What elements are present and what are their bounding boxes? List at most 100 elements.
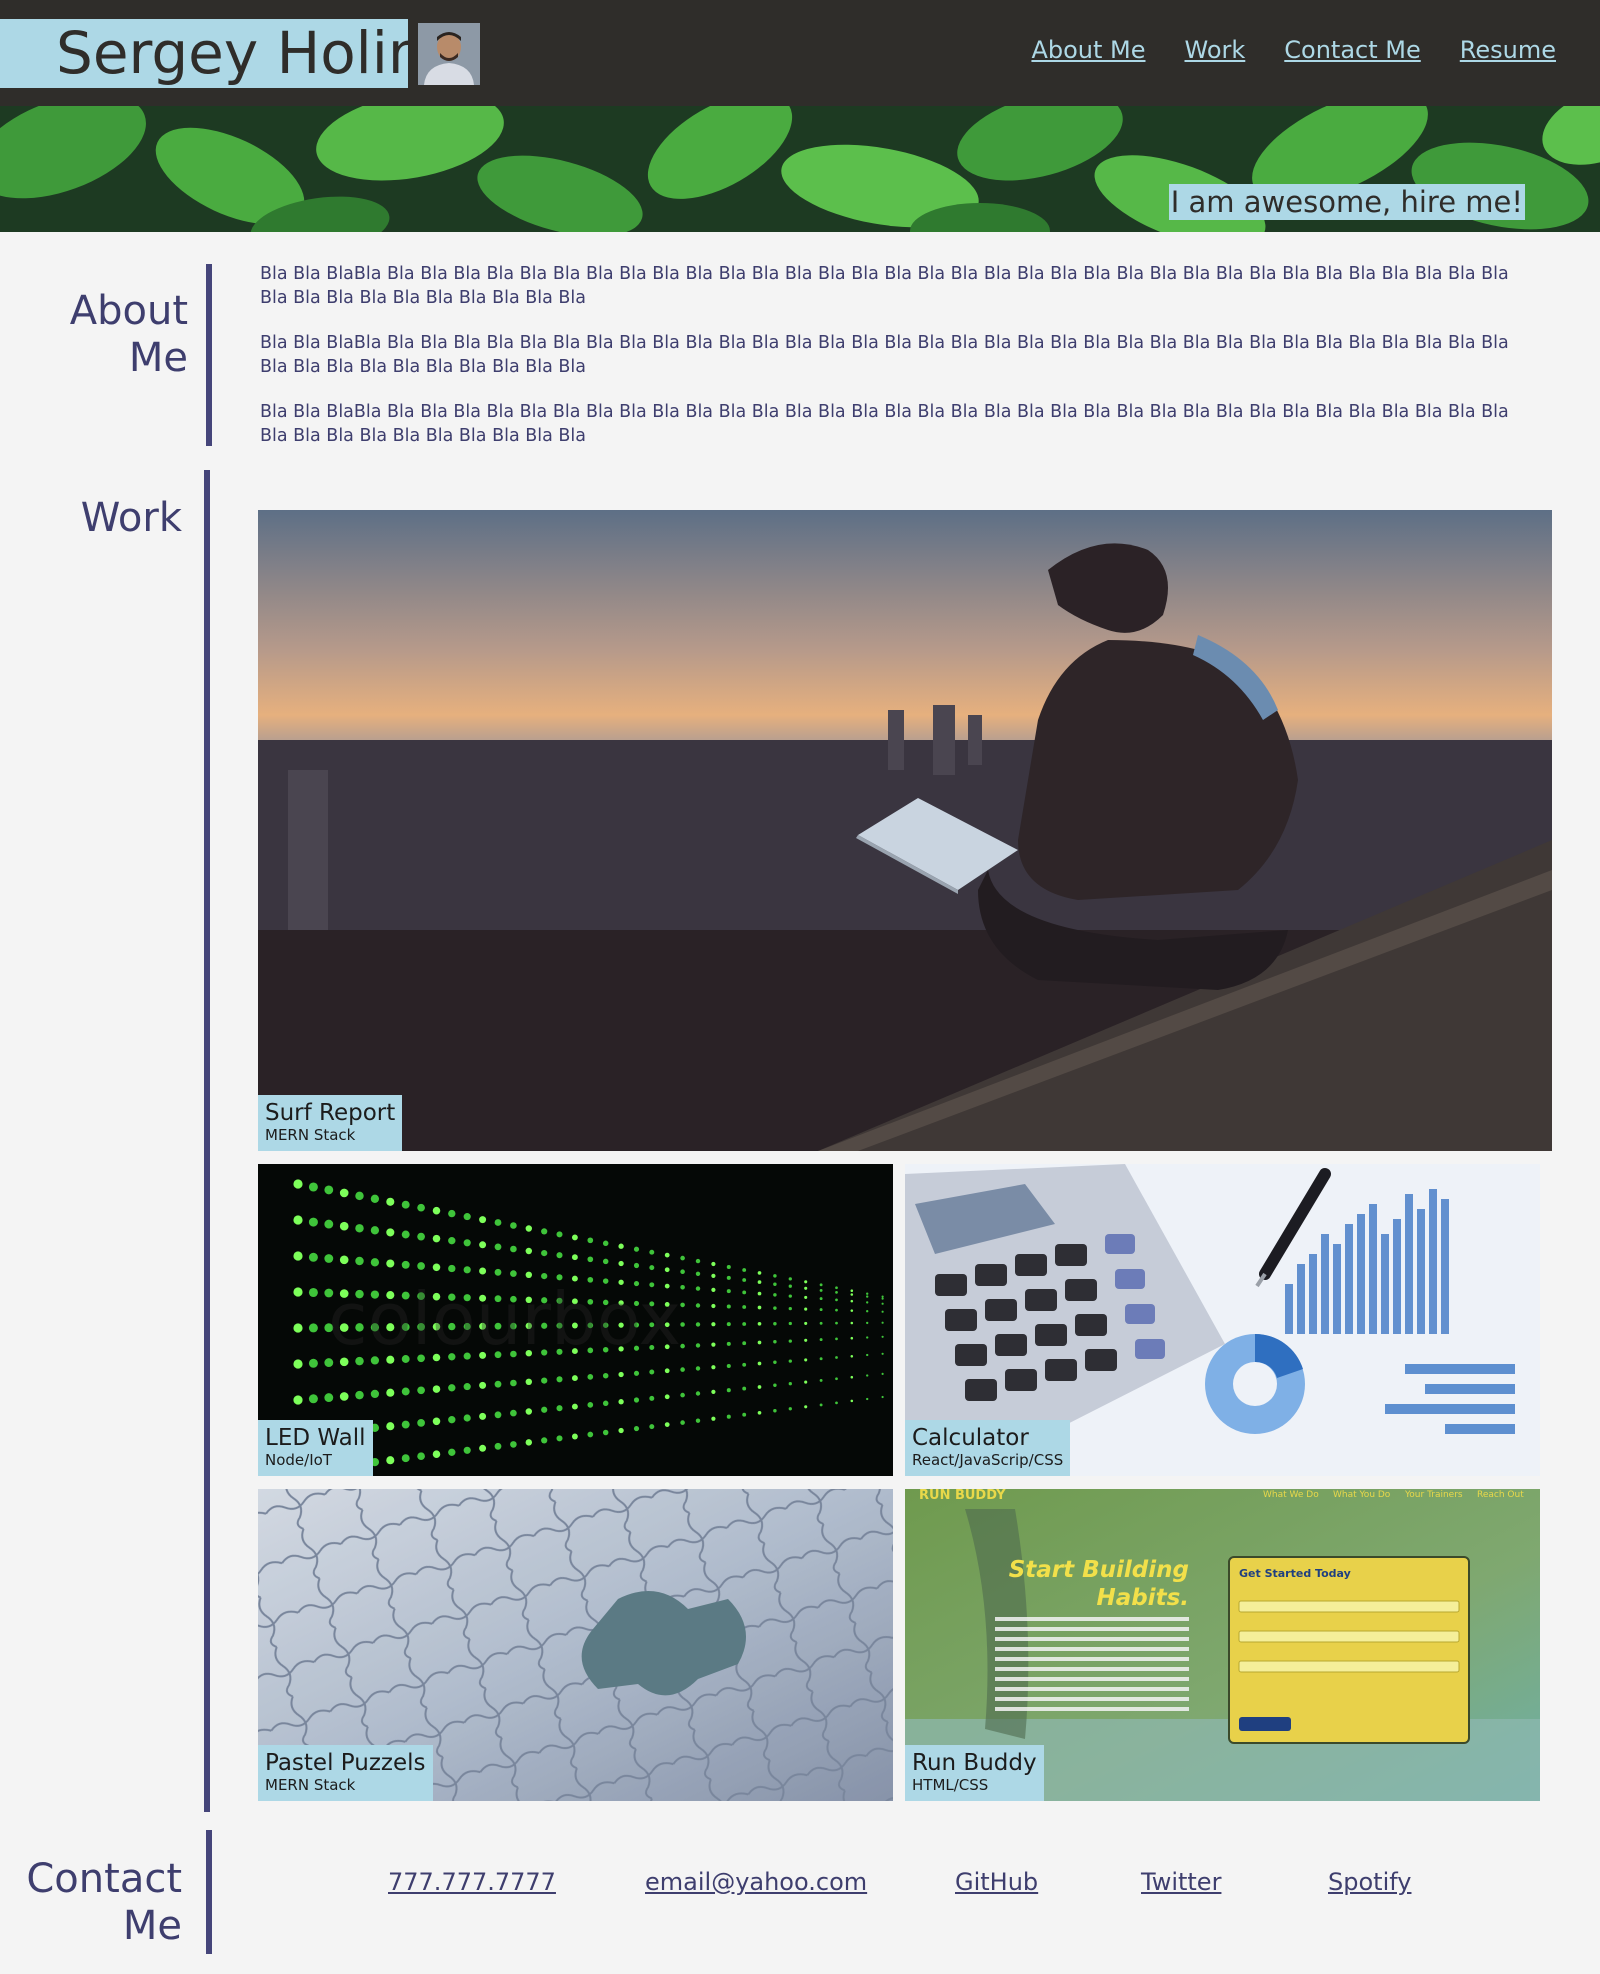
project-stack: MERN Stack xyxy=(265,1126,356,1144)
led-dot xyxy=(494,1268,502,1276)
led-dot xyxy=(417,1232,425,1241)
led-dot xyxy=(695,1418,701,1423)
led-dot xyxy=(448,1448,456,1456)
contact-email-link[interactable]: email@yahoo.com xyxy=(645,1868,867,1896)
led-dot xyxy=(850,1299,854,1303)
led-dot xyxy=(773,1293,777,1297)
led-dot xyxy=(788,1382,792,1386)
led-dot xyxy=(293,1215,303,1225)
led-dot xyxy=(556,1231,563,1238)
led-dot xyxy=(432,1417,441,1426)
led-dot xyxy=(308,1217,318,1227)
run-buddy-headline: Habits. xyxy=(1096,1585,1189,1611)
avatar xyxy=(418,23,480,85)
led-dot xyxy=(633,1246,640,1252)
led-dot xyxy=(866,1292,869,1295)
led-dot xyxy=(742,1386,747,1391)
led-dot xyxy=(742,1341,747,1346)
led-dot xyxy=(835,1356,838,1359)
contact-section-title: Contact Me xyxy=(20,1856,182,1950)
led-dot xyxy=(308,1182,318,1192)
nav-work[interactable]: Work xyxy=(1185,36,1246,64)
contact-github-link[interactable]: GitHub xyxy=(955,1868,1038,1896)
led-dot xyxy=(680,1392,685,1398)
led-dot xyxy=(773,1383,777,1388)
about-paragraph: Bla Bla BlaBla Bla Bla Bla Bla Bla Bla B… xyxy=(260,402,1509,446)
led-dot xyxy=(804,1280,808,1284)
led-dot xyxy=(339,1188,349,1198)
led-dot xyxy=(494,1411,502,1419)
led-dot xyxy=(587,1237,594,1244)
project-title: Run Buddy xyxy=(912,1750,1037,1776)
about-section-title: About Me xyxy=(60,288,188,382)
led-dot xyxy=(293,1179,303,1189)
led-dot xyxy=(757,1280,762,1284)
led-dot xyxy=(726,1275,731,1280)
led-dot xyxy=(649,1395,655,1401)
led-dot xyxy=(742,1322,747,1326)
led-dot xyxy=(386,1388,395,1397)
run-buddy-nav-item: Your Trainers xyxy=(1404,1490,1463,1500)
led-dot xyxy=(587,1374,594,1380)
nav-resume[interactable]: Resume xyxy=(1460,36,1556,64)
led-dot xyxy=(804,1321,808,1325)
project-title: Calculator xyxy=(912,1425,1029,1451)
project-card-led-wall[interactable]: colourbox LED Wall Node/IoT xyxy=(258,1164,893,1476)
led-watermark: colourbox xyxy=(328,1277,681,1361)
run-buddy-nav-item: What We Do xyxy=(1263,1490,1319,1500)
contact-phone-link[interactable]: 777.777.7777 xyxy=(388,1868,556,1896)
led-dot xyxy=(664,1394,670,1400)
led-dot xyxy=(479,1444,487,1452)
nav-contact-me[interactable]: Contact Me xyxy=(1284,36,1420,64)
led-dot xyxy=(819,1378,823,1382)
led-dot xyxy=(401,1230,410,1239)
site-header: Sergey Holin About Me Work Contact Me Re… xyxy=(0,0,1600,106)
project-title: LED Wall xyxy=(265,1425,366,1451)
led-dot xyxy=(602,1258,609,1265)
led-dot xyxy=(587,1431,594,1438)
led-dot xyxy=(649,1369,655,1375)
about-divider xyxy=(206,264,212,446)
project-card-calculator[interactable]: Calculator React/JavaScrip/CSS xyxy=(905,1164,1540,1476)
led-dot xyxy=(618,1427,624,1434)
led-dot xyxy=(602,1240,609,1247)
led-dot xyxy=(835,1291,838,1294)
led-dot xyxy=(649,1265,655,1271)
project-card-surf-report[interactable]: Surf Report MERN Stack xyxy=(258,510,1552,1151)
led-dot xyxy=(819,1321,823,1325)
led-dot xyxy=(417,1386,425,1395)
contact-twitter-link[interactable]: Twitter xyxy=(1141,1868,1221,1896)
main-nav: About Me Work Contact Me Resume xyxy=(1031,36,1556,64)
led-dot xyxy=(355,1191,364,1201)
led-dot xyxy=(835,1308,838,1312)
led-dot xyxy=(695,1271,701,1276)
led-dot xyxy=(386,1259,395,1268)
led-dot xyxy=(463,1266,471,1274)
contact-spotify-link[interactable]: Spotify xyxy=(1328,1868,1411,1896)
led-dot xyxy=(850,1355,854,1358)
run-buddy-logo: RUN BUDDY xyxy=(919,1489,1006,1503)
led-dot xyxy=(541,1406,548,1413)
led-dot xyxy=(463,1414,471,1422)
led-dot xyxy=(819,1288,823,1292)
led-dot xyxy=(866,1321,869,1325)
led-dot xyxy=(417,1452,425,1461)
surf-report-image xyxy=(258,510,1552,1151)
project-card-run-buddy[interactable]: RUN BUDDY What We Do What You Do Your Tr… xyxy=(905,1489,1540,1801)
nav-about-me[interactable]: About Me xyxy=(1031,36,1145,64)
led-dot xyxy=(556,1252,563,1259)
project-card-pastel-puzzels[interactable]: Pastel Puzzels MERN Stack xyxy=(258,1489,893,1801)
led-dot xyxy=(695,1391,701,1396)
led-dot xyxy=(494,1243,502,1251)
led-dot xyxy=(370,1194,380,1203)
led-dot xyxy=(711,1342,716,1347)
project-title: Pastel Puzzels xyxy=(265,1750,426,1776)
led-dot xyxy=(664,1422,670,1427)
led-dot xyxy=(680,1255,685,1261)
led-dot xyxy=(664,1252,670,1258)
led-dot xyxy=(680,1420,685,1425)
project-label: Calculator React/JavaScrip/CSS xyxy=(905,1420,1071,1476)
led-dot xyxy=(339,1392,349,1401)
about-title-line2: Me xyxy=(128,335,188,381)
led-dot xyxy=(742,1268,747,1272)
